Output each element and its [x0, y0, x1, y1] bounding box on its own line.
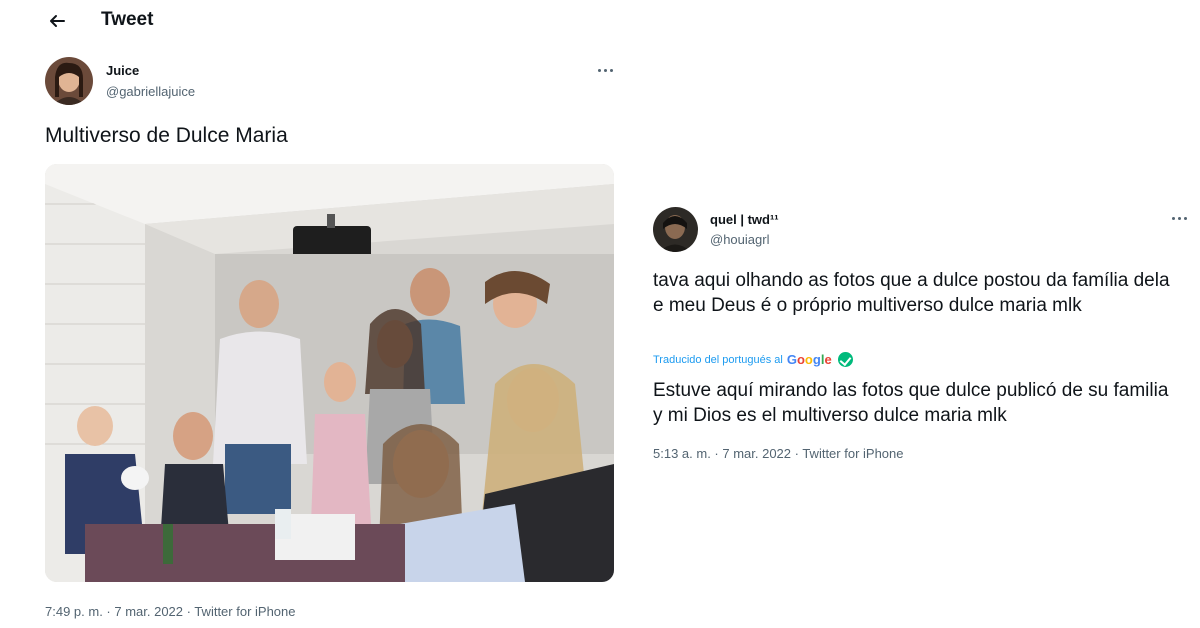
tweet-text: tava aqui olhando as fotos que a dulce p…	[653, 270, 1170, 316]
tweet-text: Multiverso de Dulce Maria	[45, 124, 288, 147]
header-bar: Tweet	[0, 0, 640, 44]
tweet-photo[interactable]	[45, 164, 614, 582]
back-arrow-icon	[50, 15, 65, 27]
check-icon	[837, 352, 853, 367]
more-icon[interactable]	[596, 66, 616, 76]
translated-by-label[interactable]: Traducido del portugués al Google	[653, 352, 853, 367]
translation-text: Estuve aquí mirando las fotos que dulce …	[653, 380, 1169, 426]
google-logo: Google	[786, 352, 832, 367]
page-title: Tweet	[101, 9, 154, 30]
translated-by-text: Traducido del portugués al	[653, 353, 783, 366]
avatar[interactable]	[653, 207, 698, 252]
back-button[interactable]	[44, 8, 70, 34]
avatar[interactable]	[45, 57, 93, 105]
author-name[interactable]: quel | twd¹¹	[710, 212, 779, 227]
author-handle[interactable]: @gabriellajuice	[106, 84, 195, 99]
author-handle[interactable]: @houiagrl	[710, 232, 769, 247]
tweet-timestamp[interactable]: 7:49 p. m. · 7 mar. 2022 · Twitter for i…	[45, 604, 296, 619]
author-name[interactable]: Juice	[106, 63, 139, 78]
more-icon[interactable]	[1170, 214, 1190, 224]
tweet-timestamp[interactable]: 5:13 a. m. · 7 mar. 2022 · Twitter for i…	[653, 446, 904, 461]
